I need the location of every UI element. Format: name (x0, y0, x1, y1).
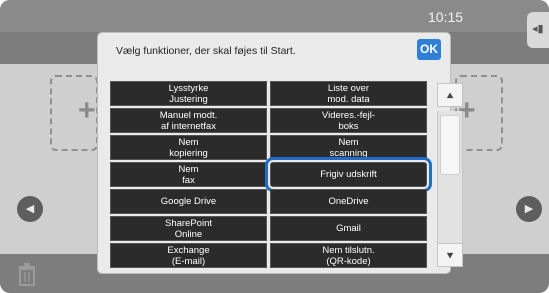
function-sharepoint-online[interactable]: SharePoint Online (110, 216, 267, 241)
panel-toggle-icon: ◂▮ (532, 23, 544, 35)
function-forward-error-box[interactable]: Videres.-fejl- boks (270, 108, 427, 133)
clock: 10:15 (428, 9, 464, 25)
function-received-data-list[interactable]: Liste over mod. data (270, 81, 427, 106)
function-easy-fax[interactable]: Nem fax (110, 162, 267, 187)
scrollbar-thumb[interactable] (440, 115, 460, 175)
trash-icon[interactable] (16, 262, 38, 286)
add-function-dialog: Vælg funktioner, der skal føjes til Star… (98, 33, 463, 273)
function-easy-scan[interactable]: Nem scanning (270, 135, 427, 160)
add-left-icon: + (78, 94, 96, 127)
arrow-right-icon[interactable]: ▶ (516, 196, 542, 222)
scrollbar-track[interactable] (437, 111, 463, 245)
function-easy-connect-qr[interactable]: Nem tilslutn. (QR-kode) (270, 243, 427, 268)
side-panel-tab[interactable]: ◂▮ (527, 12, 549, 48)
chevron-down-icon[interactable]: ⯆ (437, 243, 463, 267)
arrow-left-icon[interactable]: ◀ (17, 196, 43, 222)
function-gmail[interactable]: Gmail (270, 216, 427, 241)
function-list: Lysstyrke Justering Liste over mod. data… (110, 81, 432, 268)
function-easy-copy[interactable]: Nem kopiering (110, 135, 267, 160)
home-screen: 10:15 ◂▮ + + ◀ ▶ Vælg funktioner, der sk… (0, 0, 549, 293)
chevron-up-icon[interactable]: ⯅ (437, 83, 463, 107)
ok-button[interactable]: OK (417, 39, 441, 60)
function-google-drive[interactable]: Google Drive (110, 189, 267, 214)
function-brightness[interactable]: Lysstyrke Justering (110, 81, 267, 106)
status-bar: 10:15 (0, 0, 549, 32)
function-exchange-email[interactable]: Exchange (E-mail) (110, 243, 267, 268)
function-release-print[interactable]: Frigiv udskrift (265, 157, 432, 192)
function-manual-internet-fax[interactable]: Manuel modt. af internetfax (110, 108, 267, 133)
dialog-title: Vælg funktioner, der skal føjes til Star… (116, 45, 296, 57)
function-onedrive[interactable]: OneDrive (270, 189, 427, 214)
